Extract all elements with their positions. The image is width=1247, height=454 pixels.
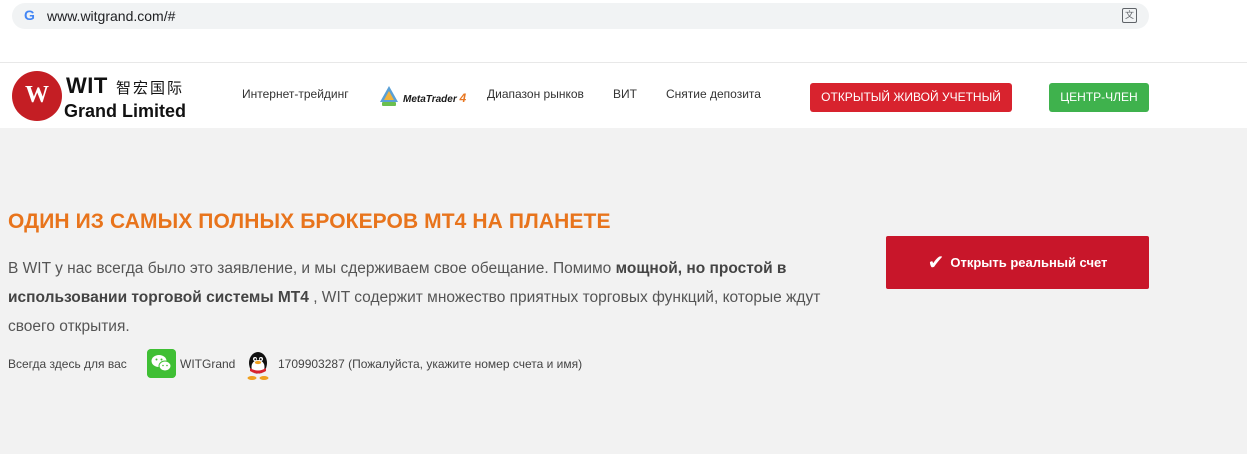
- open-real-account-button[interactable]: ✔ Открыть реальный счет: [886, 236, 1149, 289]
- contact-row: Всегда здесь для вас WITGrand 1709903287…: [8, 349, 708, 381]
- nav-wit[interactable]: ВИТ: [613, 87, 637, 101]
- logo-subtitle: Grand Limited: [64, 101, 187, 121]
- translate-icon[interactable]: 文: [1122, 8, 1137, 23]
- wechat-icon[interactable]: [147, 349, 176, 378]
- wechat-id: WITGrand: [180, 357, 236, 371]
- nav-deposit-withdrawal[interactable]: Снятие депозита: [666, 87, 761, 101]
- metatrader-label: MetaTrader 4: [403, 91, 467, 105]
- url-text[interactable]: www.witgrand.com/#: [47, 8, 175, 24]
- hero-section: ОДИН ИЗ САМЫХ ПОЛНЫХ БРОКЕРОВ МТ4 НА ПЛА…: [0, 128, 1247, 454]
- address-bar[interactable]: G www.witgrand.com/# 文: [12, 3, 1149, 29]
- logo-chinese-name: 智宏国际: [116, 79, 185, 97]
- contact-label: Всегда здесь для вас: [8, 357, 127, 371]
- metatrader-icon: [380, 86, 398, 106]
- hero-title: ОДИН ИЗ САМЫХ ПОЛНЫХ БРОКЕРОВ МТ4 НА ПЛА…: [8, 210, 611, 233]
- site-header: W WIT 智宏国际 Grand Limited Интернет-трейди…: [0, 62, 1247, 128]
- nav-online-trading[interactable]: Интернет-трейдинг: [242, 87, 349, 101]
- member-center-button[interactable]: ЦЕНТР-ЧЛЕН: [1049, 83, 1149, 112]
- wit-logo[interactable]: W WIT 智宏国际 Grand Limited: [12, 69, 197, 123]
- logo-emblem-icon: W: [12, 71, 62, 121]
- open-live-account-button[interactable]: ОТКРЫТЫЙ ЖИВОЙ УЧЕТНЫЙ: [810, 83, 1012, 112]
- logo-mark: W: [25, 82, 49, 108]
- nav-market-range[interactable]: Диапазон рынков: [487, 87, 584, 101]
- qq-penguin-icon[interactable]: [243, 349, 273, 381]
- check-icon: ✔: [927, 252, 945, 274]
- browser-toolbar: G www.witgrand.com/# 文: [0, 0, 1247, 34]
- hero-description: В WIT у нас всегда было это заявление, и…: [8, 260, 821, 335]
- logo-name: WIT: [66, 73, 108, 98]
- google-icon: G: [24, 7, 35, 23]
- qq-contact-text: 1709903287 (Пожалуйста, укажите номер сч…: [278, 357, 583, 371]
- open-real-account-label: Открыть реальный счет: [950, 255, 1108, 270]
